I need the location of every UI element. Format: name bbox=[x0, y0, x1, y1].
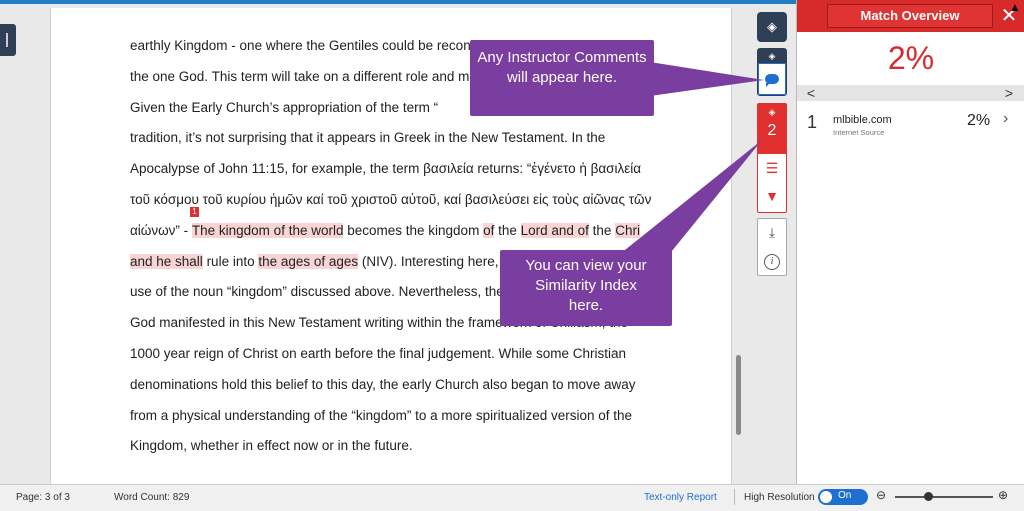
matched-text[interactable]: Chri bbox=[615, 222, 640, 238]
document-line: earthly Kingdom - one where the Gentiles… bbox=[130, 36, 477, 56]
text-segment: denominations hold this belief to this d… bbox=[130, 376, 636, 392]
document-line: from a physical understanding of the “ki… bbox=[130, 406, 632, 426]
page-indicator: Page: 3 of 3 bbox=[16, 492, 70, 503]
similarity-percent: 2% bbox=[887, 40, 935, 76]
sidebar-toggle-handle[interactable] bbox=[0, 24, 16, 56]
similarity-layers-icon: ◈ bbox=[768, 107, 776, 117]
text-only-report-link[interactable]: Text-only Report bbox=[644, 492, 717, 503]
high-resolution-label: High Resolution bbox=[744, 492, 815, 503]
document-scrollbar[interactable] bbox=[736, 355, 741, 435]
text-segment: 1000 year reign of Christ on earth befor… bbox=[130, 346, 627, 361]
match-source: mlbible.com bbox=[833, 114, 892, 126]
text-segment: the bbox=[494, 222, 521, 238]
matched-text[interactable]: and he shall bbox=[130, 253, 203, 269]
status-divider bbox=[734, 489, 735, 505]
match-source-type: Internet Source bbox=[833, 128, 885, 137]
zoom-slider-handle[interactable] bbox=[924, 492, 933, 501]
text-segment: earthly Kingdom - one where the Gentiles… bbox=[130, 38, 478, 53]
utility-group: ⤓ i bbox=[757, 218, 787, 276]
match-nav-bar: < > bbox=[797, 85, 1024, 101]
text-segment: (NIV). Interesting here, bbox=[358, 253, 499, 269]
filter-button[interactable]: ▼ bbox=[758, 182, 786, 210]
comment-icon bbox=[765, 74, 779, 87]
toggle-label: On bbox=[838, 490, 852, 501]
document-line: Given the Early Church’s appropriation o… bbox=[130, 98, 438, 118]
comments-layer-button[interactable]: ◈ bbox=[757, 48, 787, 96]
info-button[interactable]: i bbox=[758, 248, 786, 276]
zoom-slider[interactable] bbox=[895, 496, 993, 498]
similarity-callout: You can view your Similarity Index here. bbox=[500, 250, 672, 326]
sort-icon: ☰ bbox=[765, 159, 779, 176]
document-line: denominations hold this belief to this d… bbox=[130, 375, 636, 395]
document-line: and he shall rule into the ages of ages … bbox=[130, 252, 498, 272]
matched-text[interactable]: Lord and of bbox=[520, 222, 589, 238]
text-segment: use of the noun “kingdom” discussed abov… bbox=[130, 284, 504, 300]
text-segment: becomes the kingdom bbox=[343, 222, 484, 238]
document-line: 1000 year reign of Christ on earth befor… bbox=[130, 344, 626, 364]
match-marker-badge[interactable]: 1 bbox=[190, 206, 199, 217]
sort-button[interactable]: ☰ bbox=[758, 154, 786, 182]
match-list-item[interactable]: 1 mlbible.com Internet Source 2% › bbox=[797, 104, 1024, 144]
text-segment: Apocalypse of John 11:15, for example, t… bbox=[130, 161, 642, 177]
handle-grip-icon bbox=[6, 33, 8, 47]
document-line: the one God. This term will take on a di… bbox=[130, 67, 477, 87]
similarity-count: 2 bbox=[767, 122, 777, 139]
side-toolbar: ◈ ◈ ◈ 2 ☰ ▼ ⤓ i bbox=[752, 8, 792, 488]
download-icon: ⤓ bbox=[769, 225, 775, 240]
text-segment: the bbox=[588, 222, 616, 238]
download-button[interactable]: ⤓ bbox=[758, 219, 786, 247]
text-segment: the one God. This term will take on a di… bbox=[130, 68, 477, 84]
matched-text[interactable]: the ages of ages bbox=[258, 253, 359, 269]
document-line: tradition, it’s not surprising that it a… bbox=[130, 128, 605, 148]
matched-text[interactable]: of bbox=[483, 222, 495, 238]
text-segment: from a physical understanding of the “ki… bbox=[130, 407, 633, 423]
document-line: Apocalypse of John 11:15, for example, t… bbox=[130, 159, 641, 179]
high-resolution-toggle[interactable]: On bbox=[818, 489, 868, 505]
chevron-right-icon[interactable]: > bbox=[1001, 85, 1017, 101]
panel-title[interactable]: Match Overview bbox=[827, 4, 993, 28]
toggle-knob bbox=[820, 491, 832, 503]
comments-callout: Any Instructor Comments will appear here… bbox=[470, 40, 654, 116]
text-segment: τοῦ κόσμου τοῦ κυρίου ἡμῶν καί τοῦ χριστ… bbox=[130, 192, 652, 207]
matched-text[interactable]: The kingdom of the world bbox=[191, 222, 344, 238]
layers-icon: ◈ bbox=[767, 19, 777, 34]
match-percent: 2% bbox=[967, 112, 991, 129]
panel-header: Match Overview ✕ bbox=[797, 0, 1024, 32]
document-line: Kingdom, whether in effect now or in the… bbox=[130, 436, 413, 456]
document-line: τοῦ κόσμου τοῦ κυρίου ἡμῶν καί τοῦ χριστ… bbox=[130, 190, 651, 210]
word-count: Word Count: 829 bbox=[114, 492, 190, 503]
match-overview-panel: Match Overview ✕ 2% < > 1 mlbible.com In… bbox=[796, 0, 1024, 484]
text-segment: Kingdom, whether in effect now or in the… bbox=[130, 438, 413, 454]
zoom-out-icon[interactable]: ⊖ bbox=[876, 488, 886, 502]
zoom-in-icon[interactable]: ⊕ bbox=[998, 488, 1008, 502]
text-segment: rule into bbox=[202, 253, 259, 269]
info-icon: i bbox=[764, 254, 780, 270]
chevron-right-icon[interactable]: › bbox=[1003, 110, 1008, 128]
similarity-group: ◈ 2 ☰ ▼ bbox=[757, 103, 787, 213]
filter-icon: ▼ bbox=[765, 188, 779, 204]
layers-small-icon: ◈ bbox=[758, 49, 786, 63]
document-line: αἰώνων” - The kingdom of the world becom… bbox=[130, 206, 640, 241]
match-number: 1 bbox=[807, 112, 818, 132]
text-segment: tradition, it’s not surprising that it a… bbox=[130, 130, 606, 146]
text-segment: Given the Early Church’s appropriation o… bbox=[130, 99, 439, 115]
document-line: use of the noun “kingdom” discussed abov… bbox=[130, 282, 504, 302]
mouse-cursor-icon: ▲ bbox=[1009, 0, 1021, 14]
text-segment: αἰώνων” - bbox=[130, 222, 192, 238]
similarity-button[interactable]: ◈ 2 bbox=[758, 104, 786, 154]
chevron-left-icon[interactable]: < bbox=[803, 85, 819, 101]
layers-button[interactable]: ◈ bbox=[757, 12, 787, 42]
status-bar: Page: 3 of 3 Word Count: 829 Text-only R… bbox=[0, 484, 1024, 511]
